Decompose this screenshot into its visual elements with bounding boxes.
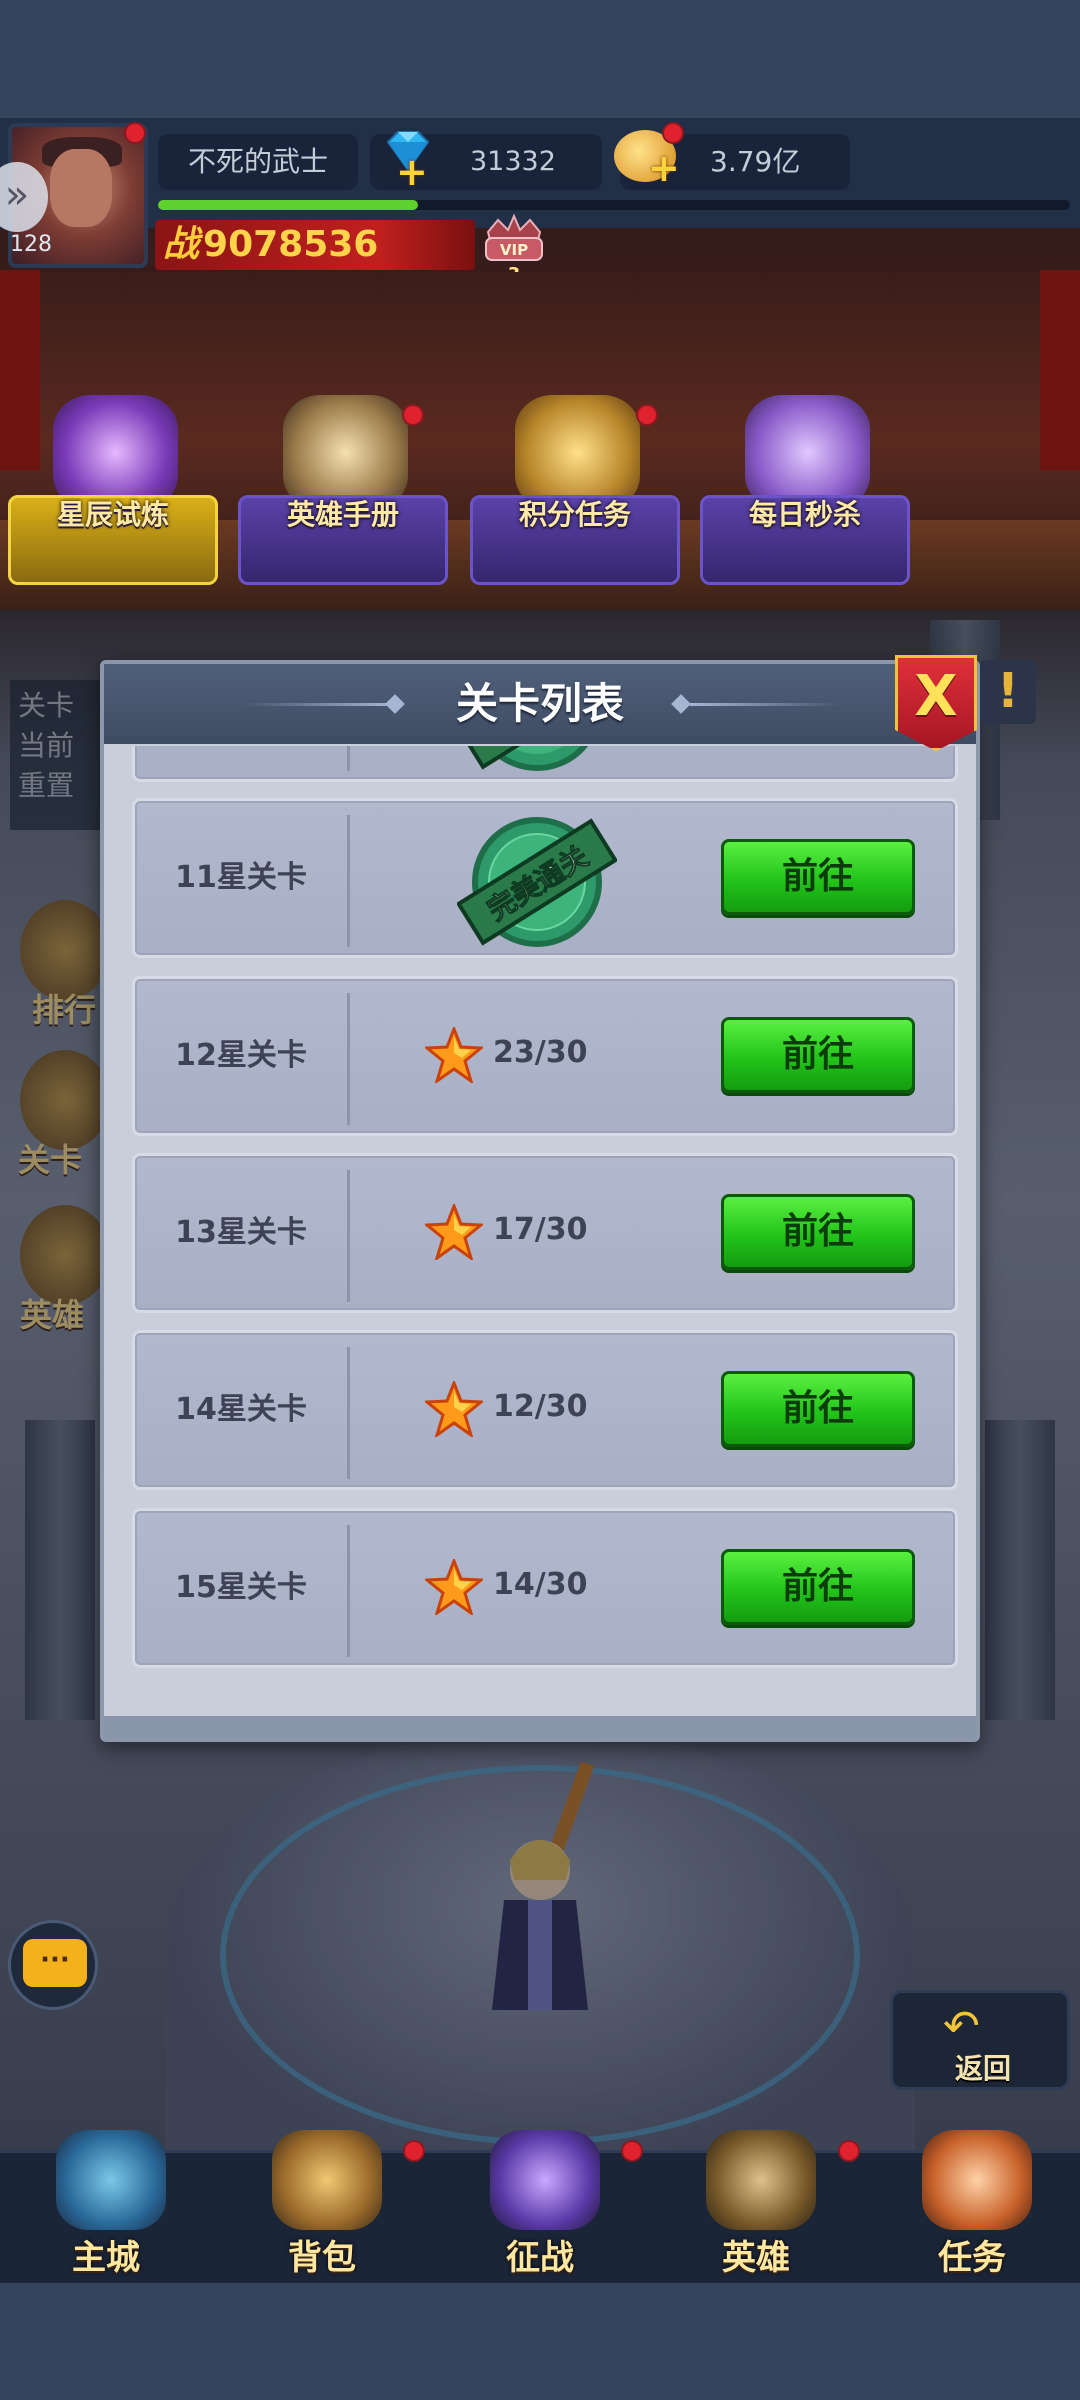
power-label: 战 (163, 224, 200, 265)
feature-daily-flash-sale[interactable]: 每日秒杀 (700, 395, 910, 595)
gold-count: 3.79亿 (710, 145, 801, 178)
combat-power: 战 9078536 (155, 220, 475, 270)
player-level: 128 (10, 232, 52, 257)
stage-row-12: 12星关卡 23/30 前往 (132, 976, 958, 1136)
campaign-notification-dot (621, 2140, 643, 2162)
backpack-icon (272, 2130, 382, 2230)
row-divider (347, 1347, 350, 1479)
row-divider (347, 993, 350, 1125)
stage-row (132, 746, 958, 782)
nav-tasks[interactable]: 任务 (872, 2120, 1072, 2283)
star-count: 17/30 (493, 1212, 588, 1247)
curtain-right (1040, 270, 1080, 470)
return-arrow-icon: ↶ (943, 2001, 980, 2052)
modal-footer (104, 1716, 976, 1738)
nav-heroes[interactable]: 英雄 (656, 2120, 856, 2283)
nav-label: 主城 (72, 2238, 140, 2278)
stage-list[interactable]: 11星关卡 完美通关 前往 12星关卡 23/30 前往 13星关卡 17/30… (104, 746, 976, 1676)
feature-label: 积分任务 (518, 498, 631, 531)
perfect-clear-seal-icon: 完美通关 (457, 817, 617, 947)
add-diamond-icon[interactable]: + (396, 150, 428, 194)
hero-handbook-icon (283, 395, 408, 510)
star-count: 14/30 (493, 1567, 588, 1602)
player-name: 不死的武士 (158, 134, 358, 190)
nav-label: 征战 (506, 2238, 574, 2278)
backpack-notification-dot (403, 2140, 425, 2162)
stage-name: 11星关卡 (175, 860, 307, 895)
go-button[interactable]: 前往 (721, 839, 915, 915)
handbook-notification-dot (402, 404, 424, 426)
row-divider (347, 746, 350, 771)
main-city-icon (56, 2130, 166, 2230)
experience-bar (158, 200, 1070, 210)
nav-campaign[interactable]: 征战 (440, 2120, 640, 2283)
bottom-strip (0, 2283, 1080, 2400)
go-button[interactable]: 前往 (721, 1017, 915, 1093)
star-icon (425, 1559, 483, 1615)
modal-title: 关卡列表 (455, 679, 624, 728)
nav-label: 背包 (288, 2238, 356, 2278)
campaign-icon (490, 2130, 600, 2230)
row-divider (347, 1170, 350, 1302)
chat-button[interactable]: ··· (8, 1920, 98, 2010)
stage-name: 15星关卡 (175, 1570, 307, 1605)
stage-name: 14星关卡 (175, 1392, 307, 1427)
game-screen: 128 » 不死的武士 31332 + 3.79亿 + 战 9078536 VIP… (0, 0, 1080, 2400)
gold-notification-dot (662, 122, 684, 144)
stage-name: 12星关卡 (175, 1038, 307, 1073)
perfect-clear-seal-icon (457, 746, 617, 771)
feature-star-trial[interactable]: 星辰试炼 (8, 395, 218, 595)
chat-bubble-icon: ··· (23, 1939, 87, 1987)
stage-row-15: 15星关卡 14/30 前往 (132, 1508, 958, 1668)
feature-label: 星辰试炼 (56, 498, 169, 531)
row-divider (347, 1525, 350, 1657)
stage-row-13: 13星关卡 17/30 前往 (132, 1153, 958, 1313)
star-icon (425, 1381, 483, 1437)
vip-label: VIP (500, 241, 528, 259)
nav-label: 英雄 (722, 2238, 790, 2278)
help-button[interactable]: ! (980, 660, 1036, 724)
go-button[interactable]: 前往 (721, 1194, 915, 1270)
stage-row-11: 11星关卡 完美通关 前往 (132, 798, 958, 958)
heroes-helmet-icon (706, 2130, 816, 2230)
modal-header: 关卡列表 (104, 664, 976, 744)
go-button[interactable]: 前往 (721, 1549, 915, 1625)
stage-name: 13星关卡 (175, 1215, 307, 1250)
feature-label: 英雄手册 (286, 498, 399, 531)
star-count: 23/30 (493, 1035, 588, 1070)
diamond-count: 31332 (470, 146, 556, 177)
experience-fill (158, 200, 418, 210)
nav-main-city[interactable]: 主城 (6, 2120, 206, 2283)
power-value: 9078536 (203, 224, 379, 265)
star-count: 12/30 (493, 1389, 588, 1424)
daily-sale-chest-icon (745, 395, 870, 510)
add-gold-icon[interactable]: + (648, 146, 680, 190)
avatar-face (50, 149, 112, 227)
close-icon: X (914, 664, 958, 729)
return-button[interactable]: ↶ 返回 (890, 1990, 1070, 2090)
row-divider (347, 815, 350, 947)
go-button[interactable]: 前往 (721, 1371, 915, 1447)
avatar-notification-dot (124, 122, 146, 144)
stage-list-modal: 关卡列表 11星关卡 完美通关 前往 12星关卡 23/30 前往 13星关卡 … (100, 660, 980, 1742)
star-trial-icon (53, 395, 178, 510)
feature-label: 每日秒杀 (748, 498, 861, 531)
stage-row-14: 14星关卡 12/30 前往 (132, 1330, 958, 1490)
nav-label: 任务 (938, 2238, 1006, 2278)
points-task-notification-dot (636, 404, 658, 426)
star-icon (425, 1027, 483, 1083)
status-strip (0, 0, 1080, 118)
nav-backpack[interactable]: 背包 (222, 2120, 422, 2283)
tasks-scroll-icon (922, 2130, 1032, 2230)
star-icon (425, 1204, 483, 1260)
heroes-notification-dot (838, 2140, 860, 2162)
return-label: 返回 (954, 2052, 1011, 2085)
points-task-icon (515, 395, 640, 510)
